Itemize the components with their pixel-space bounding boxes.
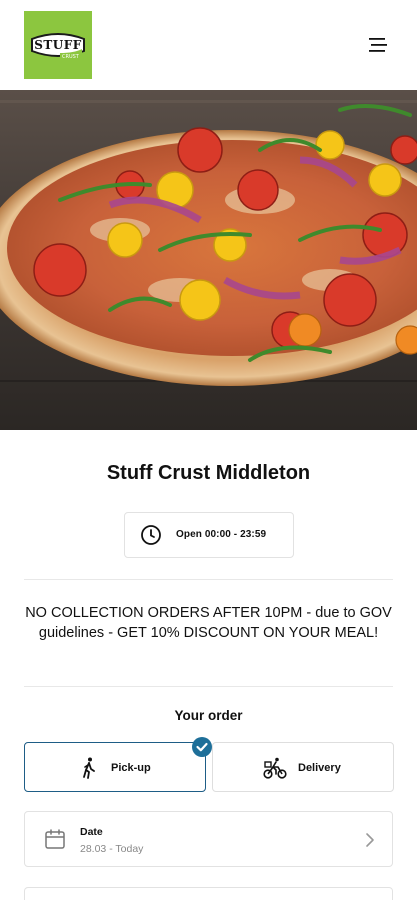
stuff-crust-logo[interactable]: STUFF CRUST	[24, 11, 92, 79]
your-order-heading: Your order	[174, 708, 243, 723]
bicycle-courier-icon	[263, 756, 287, 780]
calendar-icon	[44, 828, 66, 850]
hero-pizza-image	[0, 90, 417, 430]
app-header: STUFF CRUST	[0, 0, 417, 90]
pickup-option-button[interactable]: Pick-up	[24, 742, 206, 792]
walking-person-icon	[77, 756, 101, 780]
date-label: Date	[80, 826, 103, 838]
opening-hours-text: Open 00:00 - 23:59	[176, 529, 267, 540]
selected-check-icon	[192, 737, 212, 757]
hamburger-menu-icon[interactable]	[362, 33, 394, 57]
delivery-label: Delivery	[298, 762, 341, 774]
date-value: 28.03 - Today	[80, 843, 144, 855]
logo-text: STUFF	[34, 38, 82, 52]
chevron-right-icon	[363, 832, 377, 848]
logo-subtext: CRUST	[62, 54, 79, 60]
time-selector[interactable]	[24, 887, 393, 900]
delivery-option-button[interactable]: Delivery	[212, 742, 394, 792]
opening-hours-chip[interactable]: Open 00:00 - 23:59	[124, 512, 294, 558]
pizza-photo	[0, 90, 417, 430]
restaurant-name: Stuff Crust Middleton	[106, 462, 311, 484]
divider	[24, 686, 393, 687]
divider	[24, 579, 393, 580]
announcement-text: NO COLLECTION ORDERS AFTER 10PM - due to…	[25, 605, 392, 641]
clock-icon	[140, 524, 162, 546]
date-selector[interactable]: Date 28.03 - Today	[24, 811, 393, 867]
pickup-label: Pick-up	[111, 762, 151, 774]
